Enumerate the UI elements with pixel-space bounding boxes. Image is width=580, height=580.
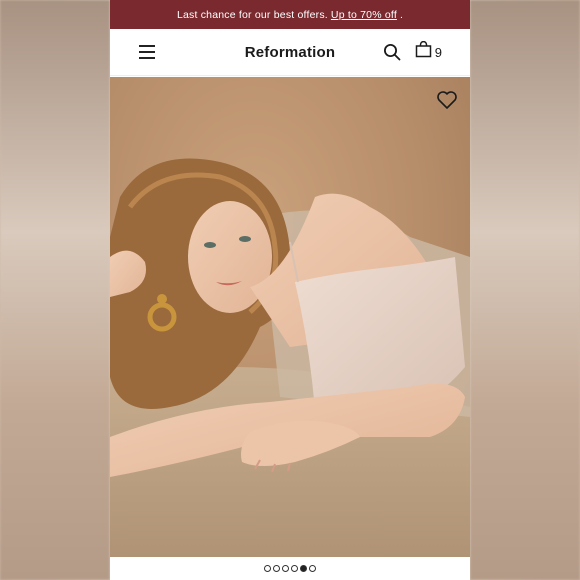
bag-count: 9 [434,44,442,60]
promo-banner: Last chance for our best offers. Up to 7… [110,0,470,29]
header-actions: 9 [383,40,442,63]
background-blur-right [470,0,580,580]
hamburger-icon[interactable] [136,43,158,61]
shopping-bag-button[interactable]: 9 [415,40,442,63]
site-header: Reformation 9 [110,29,470,76]
mobile-screen: Last chance for our best offers. Up to 7… [110,0,470,580]
carousel-dot[interactable] [264,565,271,572]
model-photo [110,77,470,557]
carousel-dot[interactable] [309,565,316,572]
search-icon[interactable] [383,43,401,61]
promo-suffix: . [399,8,404,21]
menu-line [139,57,155,59]
carousel-dot[interactable] [300,565,307,572]
background-blur-left [0,0,110,580]
product-image[interactable] [110,77,470,557]
carousel-dot[interactable] [273,565,280,572]
shopping-bag-icon [415,40,432,63]
menu-line [139,45,155,47]
carousel-dot[interactable] [282,565,289,572]
carousel-pagination [110,557,470,580]
menu-line [139,51,155,53]
promo-link[interactable]: Up to 70% off [331,9,397,21]
heart-icon[interactable] [436,90,458,115]
brand-logo[interactable]: Reformation [245,44,336,61]
promo-text: Last chance for our best offers. [176,8,328,21]
carousel-dot[interactable] [291,565,298,572]
